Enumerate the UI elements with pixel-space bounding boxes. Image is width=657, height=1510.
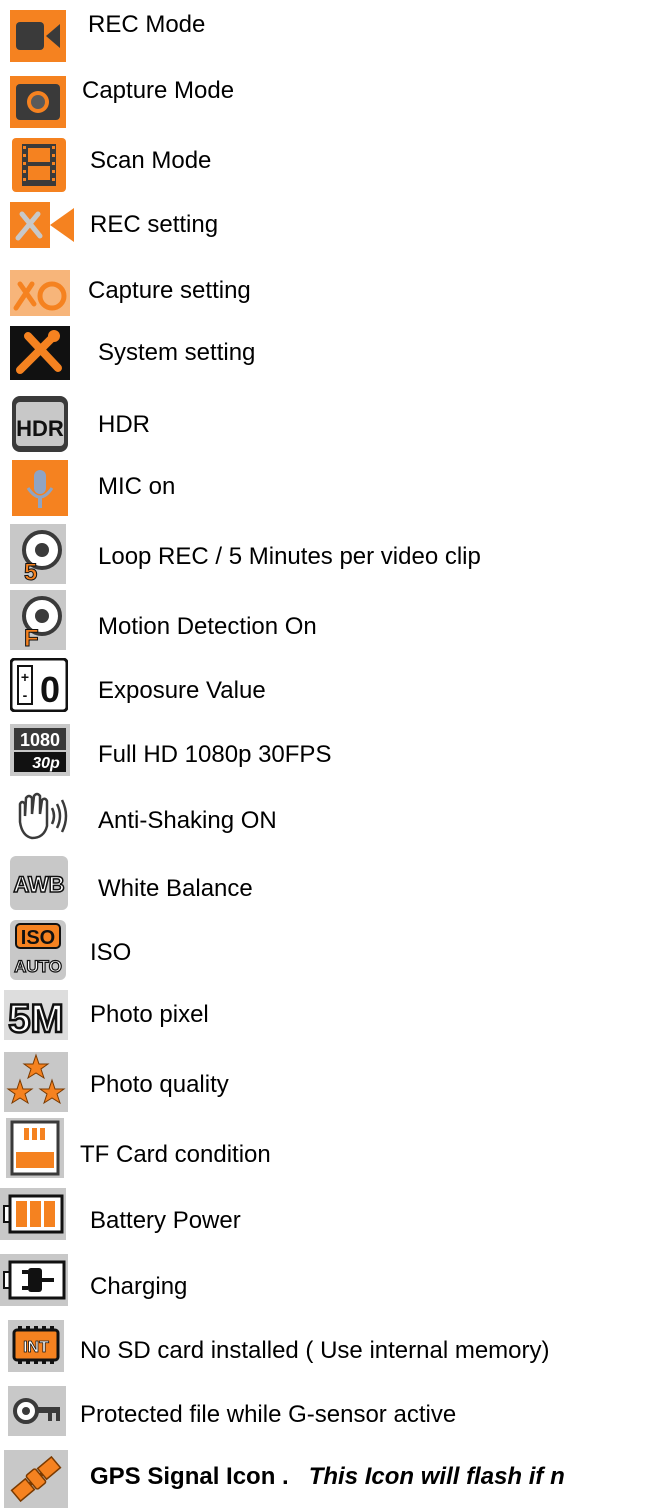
item-label: MIC on bbox=[98, 473, 176, 500]
list-item: Photo quality bbox=[0, 1052, 657, 1112]
battery-icon bbox=[0, 1188, 66, 1240]
stars-quality-icon bbox=[4, 1052, 68, 1112]
list-item: + -0 Exposure Value bbox=[0, 656, 657, 716]
film-strip-icon bbox=[12, 138, 66, 192]
list-item: 1080 30p Full HD 1080p 30FPS bbox=[0, 722, 657, 782]
exposure-icon-text: 0 bbox=[40, 669, 60, 710]
gps-label-italic: This Icon will flash if n bbox=[308, 1463, 565, 1490]
camera-icon bbox=[10, 76, 66, 128]
list-item: Protected file while G-sensor active bbox=[0, 1384, 657, 1444]
white-balance-icon: AWB bbox=[10, 856, 68, 910]
item-label: Protected file while G-sensor active bbox=[80, 1401, 457, 1428]
list-item: F Motion Detection On bbox=[0, 590, 657, 650]
iso-icon-bottom: AUTO bbox=[14, 957, 62, 976]
list-item: Anti-Shaking ON bbox=[0, 788, 657, 848]
item-label: Photo quality bbox=[90, 1071, 229, 1098]
item-label: Loop REC / 5 Minutes per video clip bbox=[98, 543, 481, 570]
list-item: 5 Loop REC / 5 Minutes per video clip bbox=[0, 524, 657, 584]
item-label: HDR bbox=[98, 411, 150, 438]
camera-settings-icon bbox=[10, 270, 70, 316]
list-item: TF Card condition bbox=[0, 1118, 657, 1178]
microphone-icon bbox=[12, 460, 68, 516]
video-camera-icon bbox=[10, 10, 66, 62]
item-label: GPS Signal Icon . This Icon will flash i… bbox=[90, 1462, 565, 1492]
charging-plug-icon bbox=[0, 1254, 68, 1306]
gps-satellite-icon bbox=[4, 1450, 68, 1508]
iso-icon: ISO AUTO bbox=[10, 920, 66, 980]
list-item: System setting bbox=[0, 326, 657, 386]
item-label: White Balance bbox=[98, 875, 253, 902]
gps-label-bold: GPS Signal Icon . bbox=[90, 1463, 289, 1490]
tf-card-icon bbox=[6, 1118, 64, 1178]
item-label: Scan Mode bbox=[90, 147, 212, 174]
item-label: Motion Detection On bbox=[98, 613, 317, 640]
tools-icon bbox=[10, 326, 70, 380]
hdr-icon: HDR bbox=[12, 396, 68, 452]
item-label: ISO bbox=[90, 939, 132, 966]
list-item: REC Mode bbox=[0, 0, 657, 62]
item-label: Charging bbox=[90, 1273, 188, 1300]
item-label: Battery Power bbox=[90, 1207, 241, 1234]
list-item: HDR HDR bbox=[0, 392, 657, 452]
resolution-icon: 1080 30p bbox=[10, 724, 70, 776]
internal-memory-icon: INT bbox=[8, 1320, 64, 1372]
video-settings-icon bbox=[10, 202, 74, 248]
anti-shake-hand-icon bbox=[12, 788, 68, 842]
iso-icon-top: ISO bbox=[21, 927, 55, 949]
loop-rec-icon-text: 5 bbox=[24, 559, 37, 584]
item-label: Capture Mode bbox=[82, 77, 235, 104]
list-item: Capture Mode bbox=[0, 64, 657, 128]
motion-detection-icon-text: F bbox=[24, 625, 39, 650]
item-label: REC Mode bbox=[88, 11, 206, 38]
internal-memory-icon-text: INT bbox=[23, 1339, 49, 1356]
item-label: REC setting bbox=[90, 211, 219, 238]
svg-text:-: - bbox=[23, 687, 28, 703]
item-label: Anti-Shaking ON bbox=[98, 807, 277, 834]
list-item: Charging bbox=[0, 1252, 657, 1312]
list-item: MIC on bbox=[0, 458, 657, 518]
key-icon bbox=[8, 1386, 66, 1436]
item-label: Photo pixel bbox=[90, 1001, 209, 1028]
hdr-icon-text: HDR bbox=[16, 416, 64, 441]
list-item: REC setting bbox=[0, 194, 657, 254]
list-item: AWB White Balance bbox=[0, 854, 657, 914]
item-label: Capture setting bbox=[88, 277, 251, 304]
item-label: No SD card installed ( Use internal memo… bbox=[80, 1337, 550, 1364]
list-item: Scan Mode bbox=[0, 128, 657, 192]
item-label: System setting bbox=[98, 339, 256, 366]
loop-rec-icon: 5 bbox=[10, 524, 66, 584]
list-item: 5M Photo pixel bbox=[0, 986, 657, 1046]
svg-text:+: + bbox=[21, 669, 29, 685]
list-item: GPS Signal Icon . This Icon will flash i… bbox=[0, 1446, 657, 1508]
white-balance-icon-text: AWB bbox=[13, 872, 64, 897]
item-label: Exposure Value bbox=[98, 677, 266, 704]
exposure-icon: + -0 bbox=[10, 658, 68, 712]
photo-pixel-icon-text: 5M bbox=[8, 997, 64, 1040]
list-item: Battery Power bbox=[0, 1186, 657, 1246]
motion-detection-icon: F bbox=[10, 590, 66, 650]
list-item: ISO AUTO ISO bbox=[0, 920, 657, 980]
item-label: TF Card condition bbox=[80, 1141, 271, 1168]
list-item: INT No SD card installed ( Use internal … bbox=[0, 1318, 657, 1378]
photo-pixel-icon: 5M bbox=[4, 990, 68, 1040]
resolution-icon-bottom: 30p bbox=[32, 755, 60, 772]
list-item: Capture setting bbox=[0, 260, 657, 320]
item-label: Full HD 1080p 30FPS bbox=[98, 741, 332, 768]
resolution-icon-top: 1080 bbox=[20, 730, 60, 750]
